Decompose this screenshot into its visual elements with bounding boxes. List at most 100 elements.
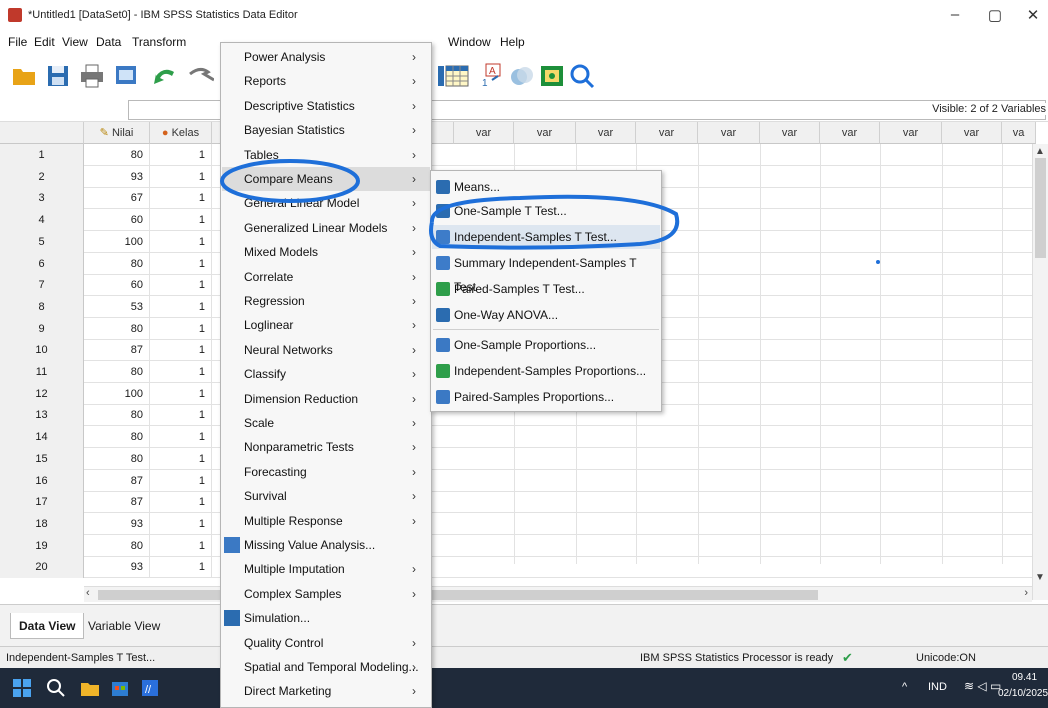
scroll-right-icon[interactable]: › (1024, 587, 1028, 599)
tab-variable-view[interactable]: Variable View (80, 613, 168, 639)
compare-means-item-paired-samples-proportions[interactable]: Paired-Samples Proportions... (432, 385, 660, 409)
row-number[interactable]: 10 (0, 339, 84, 362)
cell-kelas[interactable]: 1 (150, 187, 212, 210)
dialog-recall-icon[interactable] (112, 62, 140, 90)
analyze-menu-item-forecasting[interactable]: Forecasting › (222, 460, 430, 484)
analyze-menu-item-complex-samples[interactable]: Complex Samples › (222, 582, 430, 606)
search-taskbar-icon[interactable] (46, 678, 66, 698)
row-number[interactable]: 17 (0, 491, 84, 514)
cell-nilai[interactable]: 67 (84, 187, 150, 210)
file-explorer-icon[interactable] (80, 678, 100, 698)
wifi-volume-battery-icon[interactable]: ≋ ◁ ▭ (964, 679, 1001, 693)
language-indicator[interactable]: IND (928, 681, 947, 693)
cell-nilai[interactable]: 80 (84, 252, 150, 275)
app-icon[interactable]: // (140, 678, 160, 698)
clock-time[interactable]: 09.41 (1012, 672, 1037, 683)
analyze-menu-item-missing-value-analysis[interactable]: Missing Value Analysis... (222, 533, 430, 557)
tray-chevron-icon[interactable]: ^ (902, 681, 907, 693)
row-number[interactable]: 15 (0, 447, 84, 470)
analyze-menu-item-neural-networks[interactable]: Neural Networks › (222, 338, 430, 362)
analyze-menu-item-classify[interactable]: Classify › (222, 362, 430, 386)
analyze-menu-item-correlate[interactable]: Correlate › (222, 265, 430, 289)
cell-nilai[interactable]: 80 (84, 361, 150, 383)
cell-kelas[interactable]: 1 (150, 404, 212, 427)
column-header-var[interactable]: var (880, 122, 942, 144)
cell-kelas[interactable]: 1 (150, 361, 212, 383)
save-icon[interactable] (44, 62, 72, 90)
row-number[interactable]: 9 (0, 317, 84, 340)
search-icon[interactable] (568, 62, 596, 90)
analyze-menu-item-spatial-and-temporal-modeling[interactable]: Spatial and Temporal Modeling... › (222, 655, 430, 679)
analyze-menu-item-dimension-reduction[interactable]: Dimension Reduction › (222, 387, 430, 411)
analyze-menu-item-mixed-models[interactable]: Mixed Models › (222, 240, 430, 264)
maximize-button[interactable]: ▢ (980, 6, 1010, 26)
cell-nilai[interactable]: 80 (84, 317, 150, 340)
cell-nilai[interactable]: 80 (84, 534, 150, 557)
clock-date[interactable]: 02/10/2025 (998, 688, 1048, 699)
windows-start-icon[interactable] (12, 678, 32, 698)
column-header-var[interactable]: var (942, 122, 1002, 144)
print-icon[interactable] (78, 62, 106, 90)
scroll-left-icon[interactable]: ‹ (86, 587, 90, 599)
menu-help[interactable]: Help (500, 35, 525, 49)
cell-kelas[interactable]: 1 (150, 512, 212, 535)
cell-nilai[interactable]: 100 (84, 382, 150, 405)
vertical-scrollbar[interactable]: ▲ ▼ (1032, 144, 1048, 600)
analyze-menu-item-power-analysis[interactable]: Power Analysis › (222, 45, 430, 69)
menu-data[interactable]: Data (96, 35, 121, 49)
row-number[interactable]: 11 (0, 361, 84, 383)
compare-means-item-independent-samples-proportions[interactable]: Independent-Samples Proportions... (432, 359, 660, 383)
cell-nilai[interactable]: 60 (84, 274, 150, 297)
cell-kelas[interactable]: 1 (150, 165, 212, 188)
minimize-button[interactable]: – (940, 6, 970, 26)
compare-means-item-one-sample-proportions[interactable]: One-Sample Proportions... (432, 333, 660, 357)
analyze-menu-item-multiple-imputation[interactable]: Multiple Imputation › (222, 557, 430, 581)
row-number[interactable]: 5 (0, 230, 84, 253)
analyze-menu-item-compare-means[interactable]: Compare Means › (222, 167, 430, 192)
cell-nilai[interactable]: 93 (84, 165, 150, 188)
cell-kelas[interactable]: 1 (150, 252, 212, 275)
cell-kelas[interactable]: 1 (150, 317, 212, 340)
compare-means-item-summary-independent-samples-t-test[interactable]: Summary Independent-Samples T Test (432, 251, 660, 294)
menu-window[interactable]: Window (448, 35, 491, 49)
cell-nilai[interactable]: 80 (84, 447, 150, 470)
cell-nilai[interactable]: 93 (84, 512, 150, 535)
column-header-var[interactable]: var (636, 122, 698, 144)
scroll-up-icon[interactable]: ▲ (1035, 146, 1045, 157)
row-number[interactable]: 14 (0, 426, 84, 449)
cell-kelas[interactable]: 1 (150, 144, 212, 166)
row-number[interactable]: 2 (0, 165, 84, 188)
tab-data-view[interactable]: Data View (10, 613, 85, 639)
analyze-menu-item-scale[interactable]: Scale › (222, 411, 430, 435)
open-folder-icon[interactable] (10, 62, 38, 90)
row-number[interactable]: 8 (0, 295, 84, 318)
analyze-menu-item-bayesian-statistics[interactable]: Bayesian Statistics › (222, 118, 430, 142)
compare-means-item-one-way-anova[interactable]: One-Way ANOVA... (432, 303, 660, 327)
cell-nilai[interactable]: 80 (84, 144, 150, 166)
column-header-var[interactable]: var (760, 122, 820, 144)
compare-means-item-independent-samples-t-test[interactable]: Independent-Samples T Test... (432, 225, 660, 249)
cell-kelas[interactable]: 1 (150, 382, 212, 405)
analyze-menu-item-tables[interactable]: Tables › (222, 143, 430, 167)
row-number[interactable]: 7 (0, 274, 84, 297)
cell-nilai[interactable]: 60 (84, 209, 150, 232)
compare-means-item-paired-samples-t-test[interactable]: Paired-Samples T Test... (432, 277, 660, 301)
column-header-nilai[interactable]: ✎ Nilai (84, 122, 150, 144)
cell-kelas[interactable]: 1 (150, 534, 212, 557)
cell-kelas[interactable]: 1 (150, 447, 212, 470)
row-number[interactable]: 13 (0, 404, 84, 427)
hscroll-thumb[interactable] (98, 590, 818, 600)
analyze-menu-item-nonparametric-tests[interactable]: Nonparametric Tests › (222, 435, 430, 459)
analyze-menu-item-regression[interactable]: Regression › (222, 289, 430, 313)
cell-nilai[interactable]: 80 (84, 404, 150, 427)
use-variable-sets-icon[interactable] (508, 62, 536, 90)
store-icon[interactable] (110, 678, 130, 698)
column-header-var[interactable]: var (454, 122, 514, 144)
row-number[interactable]: 4 (0, 209, 84, 232)
column-header-kelas[interactable]: ● Kelas (150, 122, 212, 144)
analyze-menu-item-descriptive-statistics[interactable]: Descriptive Statistics › (222, 94, 430, 118)
analyze-menu-item-general-linear-model[interactable]: General Linear Model › (222, 191, 430, 215)
show-all-variables-icon[interactable] (538, 62, 566, 90)
cell-kelas[interactable]: 1 (150, 274, 212, 297)
cell-nilai[interactable]: 100 (84, 230, 150, 253)
